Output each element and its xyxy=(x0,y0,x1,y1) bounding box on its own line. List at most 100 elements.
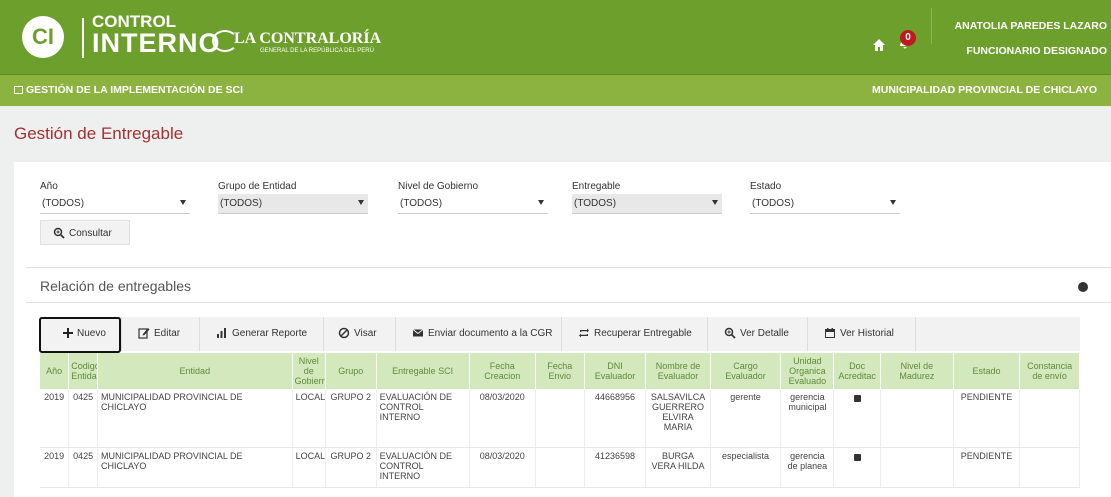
editar-label: Editar xyxy=(154,328,181,339)
envelope-icon xyxy=(412,329,424,337)
bar-chart-icon xyxy=(217,328,226,338)
search-plus-icon xyxy=(724,327,736,339)
contraloria-subtitle: GENERAL DE LA REPÚBLICA DEL PERÚ xyxy=(260,48,374,54)
col-header-dni[interactable]: DNI Evaluador xyxy=(584,353,647,389)
col-header-codigo[interactable]: Codigo Entidad xyxy=(68,353,98,389)
col-header-madurez[interactable]: Nivel de Madurez xyxy=(880,353,954,389)
filter-estado-value: (TODOS) xyxy=(752,198,795,209)
module-title[interactable]: GESTIÓN DE LA IMPLEMENTACIÓN DE SCI xyxy=(14,84,243,96)
contraloria-logo: LA CONTRALORÍA GENERAL DE LA REPÚBLICA D… xyxy=(212,26,392,54)
table-header-row: Año Codigo Entidad Entidad Nivel de Gobi… xyxy=(40,353,1080,389)
logo-line2: INTERNO xyxy=(92,28,221,58)
visar-button[interactable]: Visar xyxy=(324,317,396,351)
generar-reporte-button[interactable]: Generar Reporte xyxy=(200,317,324,351)
top-header: CI CONTROL INTERNO LA CONTRALORÍA GENERA… xyxy=(0,0,1111,74)
consultar-button[interactable]: Consultar xyxy=(40,220,130,245)
plus-icon xyxy=(63,328,73,338)
filter-estado-select[interactable]: (TODOS) xyxy=(750,194,900,214)
cell-anio: 2019 xyxy=(40,447,70,488)
cell-anio: 2019 xyxy=(40,389,70,448)
notification-badge[interactable]: 0 xyxy=(900,30,916,46)
ver-historial-label: Ver Historial xyxy=(840,328,894,339)
editar-button[interactable]: Editar xyxy=(122,317,200,351)
home-icon[interactable] xyxy=(872,38,886,52)
cell-constancia xyxy=(1019,389,1080,448)
cell-unidad: gerencia de planea xyxy=(780,447,835,488)
cell-dni: 41236598 xyxy=(584,447,647,488)
cell-codigo: 0425 xyxy=(68,447,98,488)
cell-entidad: MUNICIPALIDAD PROVINCIAL DE CHICLAYO xyxy=(97,389,293,448)
table-row[interactable]: 2019 0425 MUNICIPALIDAD PROVINCIAL DE CH… xyxy=(40,389,1080,448)
col-header-estado[interactable]: Estado xyxy=(953,353,1021,389)
filter-estado-label: Estado xyxy=(750,181,782,192)
cell-grupo: GRUPO 2 xyxy=(325,447,377,488)
user-name-menu[interactable]: ANATOLIA PAREDES LAZARO xyxy=(955,20,1107,32)
col-header-unidad[interactable]: Unidad Organica Evaluado xyxy=(780,353,835,389)
cell-codigo: 0425 xyxy=(68,389,98,448)
module-bar: GESTIÓN DE LA IMPLEMENTACIÓN DE SCI MUNI… xyxy=(0,74,1111,106)
cell-entregable: EVALUACIÓN DE CONTROL INTERNO xyxy=(376,389,470,448)
filter-grupo-select[interactable]: (TODOS) xyxy=(218,194,368,214)
search-plus-icon xyxy=(53,227,65,239)
ver-detalle-label: Ver Detalle xyxy=(740,328,789,339)
calendar-icon xyxy=(825,328,835,338)
ci-logo-mark: CI xyxy=(22,16,64,58)
col-header-nivel[interactable]: Nivel de Gobierno xyxy=(292,353,326,389)
col-header-doc[interactable]: Doc Acreditac xyxy=(833,353,881,389)
ver-historial-button[interactable]: Ver Historial xyxy=(808,317,916,351)
filter-anio-label: Año xyxy=(40,181,58,192)
cell-nivel: LOCAL xyxy=(292,447,326,488)
cell-grupo: GRUPO 2 xyxy=(325,389,377,448)
cell-doc[interactable] xyxy=(833,447,881,488)
document-icon[interactable] xyxy=(853,395,861,402)
header-divider xyxy=(931,8,932,44)
cell-madurez xyxy=(880,389,954,448)
ver-detalle-button[interactable]: Ver Detalle xyxy=(708,317,808,351)
logo-divider xyxy=(82,18,84,58)
nuevo-label: Nuevo xyxy=(77,328,106,339)
contraloria-name: LA CONTRALORÍA xyxy=(234,30,382,47)
col-header-entregable[interactable]: Entregable SCI xyxy=(376,353,470,389)
col-header-constancia[interactable]: Constancia de envío xyxy=(1019,353,1080,389)
filter-nivel-label: Nivel de Gobierno xyxy=(398,181,479,192)
cell-doc[interactable] xyxy=(833,389,881,448)
collapse-icon[interactable] xyxy=(1078,282,1088,292)
filter-nivel-value: (TODOS) xyxy=(400,198,443,209)
chevron-down-icon xyxy=(538,200,544,205)
col-header-grupo[interactable]: Grupo xyxy=(325,353,377,389)
enviar-cgr-button[interactable]: Enviar documento a la CGR xyxy=(396,317,562,351)
filter-anio-select[interactable]: (TODOS) xyxy=(40,194,190,214)
filter-nivel-select[interactable]: (TODOS) xyxy=(398,194,548,214)
nuevo-button[interactable]: Nuevo xyxy=(39,317,122,353)
folder-icon xyxy=(14,86,23,94)
col-header-anio[interactable]: Año xyxy=(40,353,70,389)
cell-madurez xyxy=(880,447,954,488)
panel-title: Relación de entregables xyxy=(40,278,191,294)
entity-name: MUNICIPALIDAD PROVINCIAL DE CHICLAYO xyxy=(872,84,1097,96)
filter-entregable-select[interactable]: (TODOS) xyxy=(572,194,722,214)
filter-grupo-label: Grupo de Entidad xyxy=(218,181,297,192)
cell-unidad: gerencia municipal xyxy=(780,389,835,448)
col-header-fecha-creacion[interactable]: Fecha Creacion xyxy=(469,353,536,389)
filter-entregable-value: (TODOS) xyxy=(574,198,617,209)
cell-fecha-envio xyxy=(535,389,585,448)
col-header-cargo[interactable]: Cargo Evaluador xyxy=(710,353,782,389)
document-icon[interactable] xyxy=(853,453,861,461)
col-header-entidad[interactable]: Entidad xyxy=(97,353,293,389)
cell-nivel: LOCAL xyxy=(292,389,326,448)
recuperar-entregable-button[interactable]: Recuperar Entregable xyxy=(562,317,708,351)
filter-entregable-label: Entregable xyxy=(572,181,621,192)
cell-fecha-creacion: 08/03/2020 xyxy=(469,389,536,448)
col-header-nombre[interactable]: Nombre de Evaluador xyxy=(645,353,711,389)
edit-icon xyxy=(138,328,150,339)
table-row[interactable]: 2019 0425 MUNICIPALIDAD PROVINCIAL DE CH… xyxy=(40,447,1080,488)
page-body: Gestión de Entregable Año (TODOS) Grupo … xyxy=(0,106,1111,497)
chevron-down-icon xyxy=(358,200,364,205)
col-header-fecha-envio[interactable]: Fecha Envio xyxy=(535,353,585,389)
cell-nombre: BURGA VERA HILDA xyxy=(645,447,711,488)
filter-anio-value: (TODOS) xyxy=(42,198,85,209)
cell-fecha-creacion: 08/03/2020 xyxy=(469,447,536,488)
user-role-menu[interactable]: FUNCIONARIO DESIGNADO xyxy=(966,45,1107,57)
cell-cargo: especialista xyxy=(710,447,782,488)
enviar-cgr-label: Enviar documento a la CGR xyxy=(428,328,553,339)
